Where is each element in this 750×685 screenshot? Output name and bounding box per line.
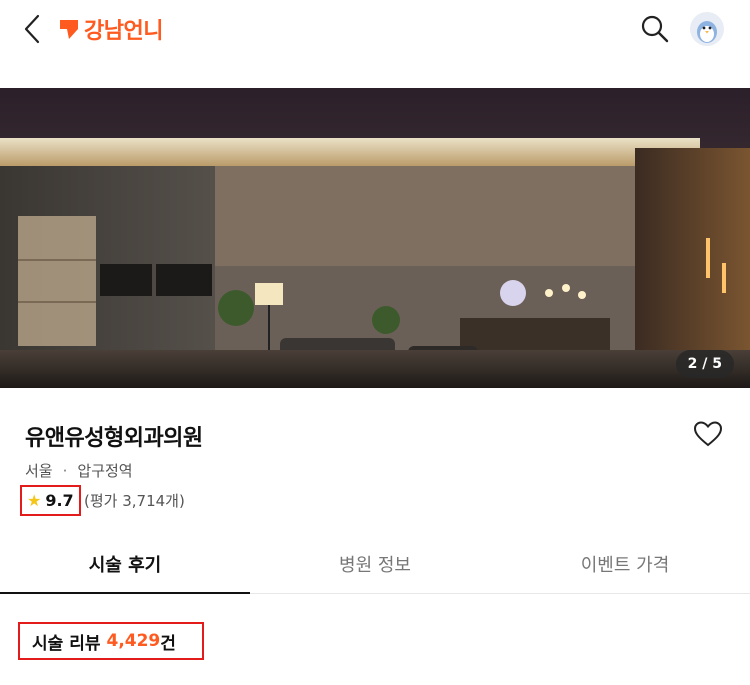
tab-procedure-reviews[interactable]: 시술 후기 [0,534,250,594]
detail-tabs: 시술 후기 병원 정보 이벤트 가격 [0,534,750,594]
penguin-avatar-icon [690,12,724,46]
tab-hospital-info[interactable]: 병원 정보 [250,534,500,593]
chevron-left-icon [24,14,40,44]
rating-value: 9.7 [45,491,74,510]
avatar[interactable] [690,12,724,46]
review-count-unit: 건 [160,633,176,654]
back-button[interactable] [18,12,48,46]
photo-counter: 2 / 5 [675,350,734,378]
location-district: 압구정역 [77,462,133,480]
favorite-button[interactable] [692,418,724,450]
tab-event-prices[interactable]: 이벤트 가격 [500,534,750,593]
star-icon: ★ [27,491,42,510]
top-header: 강남언니 [0,0,750,58]
location-city: 서울 [25,462,53,480]
review-count-number: 4,429 [106,631,161,651]
search-button[interactable] [638,12,672,46]
heart-icon [693,421,723,447]
review-count-highlight: 시술 리뷰 4,429 건 [18,622,204,660]
clinic-name: 유앤유성형외과의원 [25,426,203,451]
app-logo[interactable]: 강남언니 [58,12,163,46]
location-separator: · [62,461,68,480]
logo-mark-icon [60,20,78,39]
clinic-lobby-image [0,88,750,388]
logo-text: 강남언니 [84,19,163,44]
search-icon [641,15,669,43]
clinic-location: 서울 · 압구정역 [25,460,133,481]
review-count-label: 시술 리뷰 [32,633,101,654]
clinic-photo[interactable]: 2 / 5 [0,88,750,388]
rating-highlight: ★ 9.7 [20,485,81,516]
rating-count: (평가 3,714개) [84,492,185,510]
